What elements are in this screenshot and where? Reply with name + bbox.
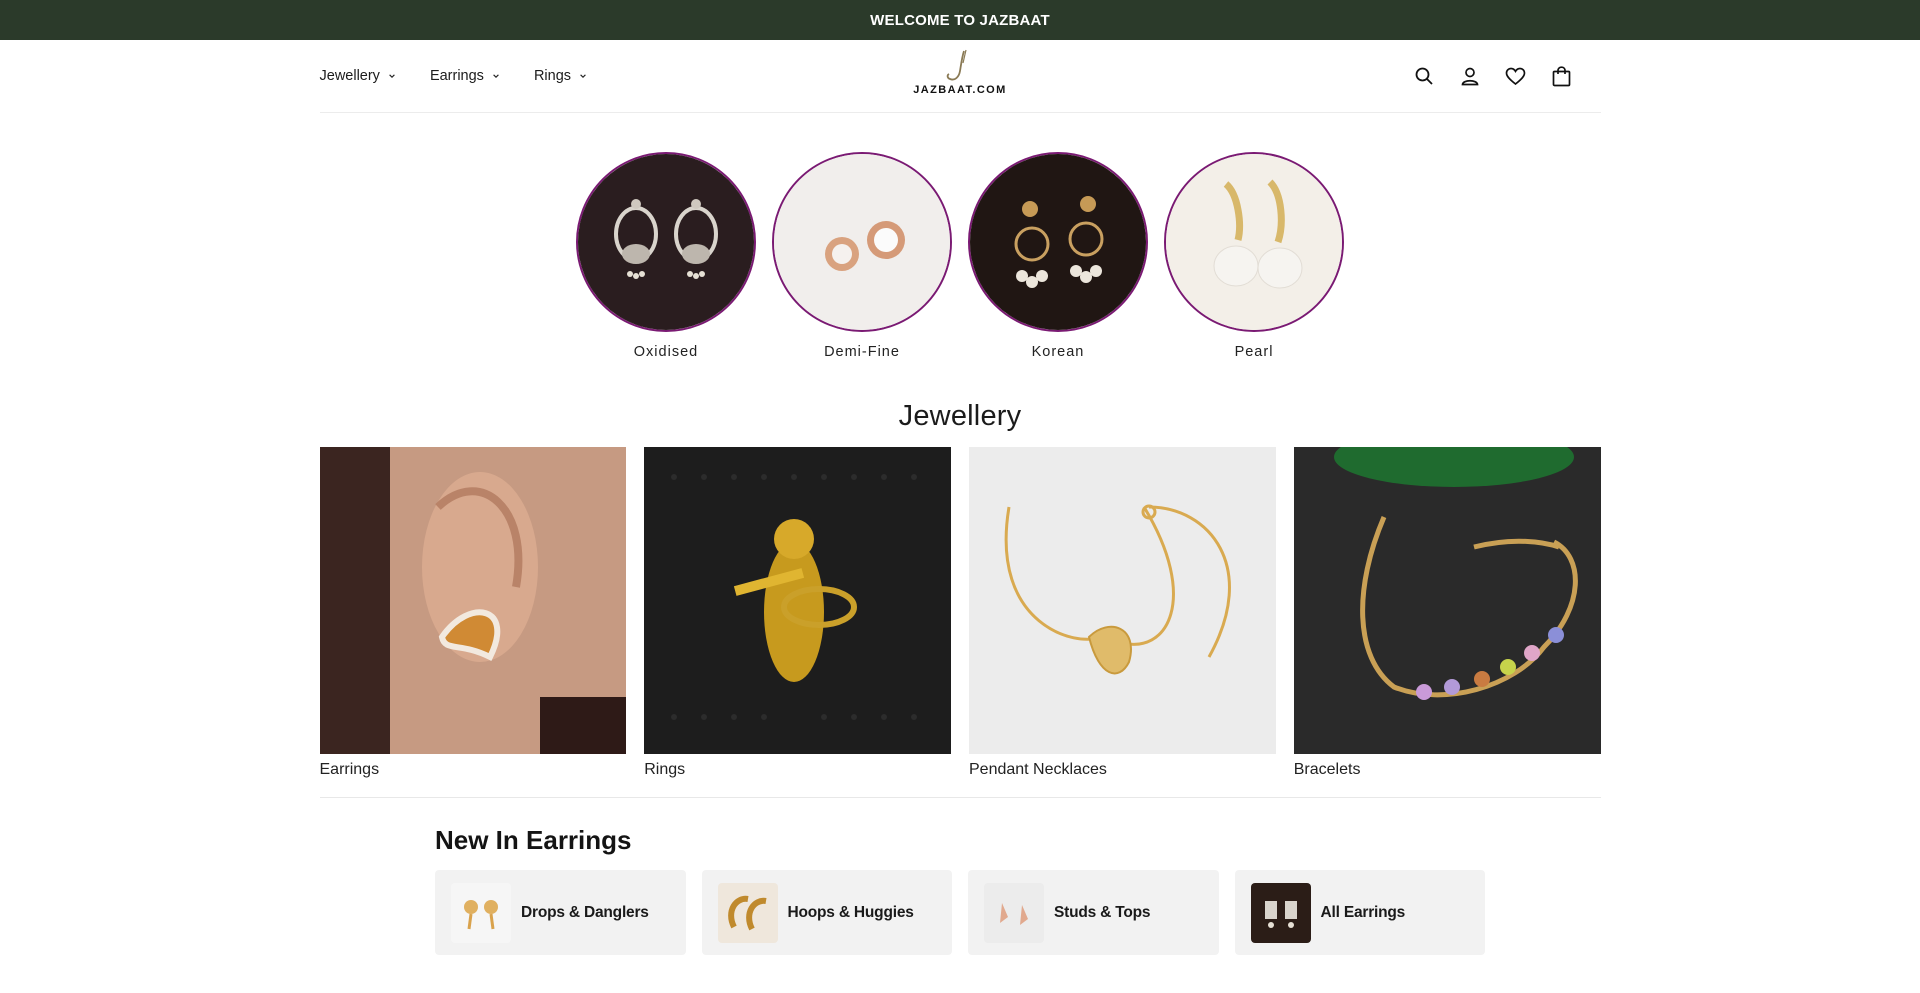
pill-thumbnail — [1250, 882, 1311, 943]
circle-category-pearl[interactable]: Pearl — [1164, 152, 1344, 360]
category-image — [1164, 152, 1344, 332]
search-icon[interactable] — [1413, 65, 1435, 87]
category-image — [576, 152, 756, 332]
card-image — [1293, 447, 1601, 754]
pill-studs-tops[interactable]: Studs & Tops — [968, 870, 1219, 955]
chevron-down-icon — [580, 74, 586, 78]
main-nav: Jewellery Earrings Rings — [320, 40, 588, 112]
nav-item-label: Rings — [533, 68, 572, 84]
pill-all-earrings[interactable]: All Earrings — [1234, 870, 1485, 955]
site-header: Jewellery Earrings Rings JAZBAAT.COM — [319, 40, 1601, 113]
pill-thumbnail — [717, 882, 778, 943]
circle-label: Korean — [1031, 344, 1085, 360]
circle-category-korean[interactable]: Korean — [968, 152, 1148, 360]
announcement-text: WELCOME TO JAZBAAT — [870, 11, 1050, 29]
nav-item-jewellery[interactable]: Jewellery — [320, 68, 396, 84]
nav-item-label: Jewellery — [319, 68, 380, 84]
card-label: Pendant Necklaces — [969, 761, 1107, 778]
pill-drops-danglers[interactable]: Drops & Danglers — [435, 870, 686, 955]
pill-label: Hoops & Huggies — [787, 903, 914, 921]
card-label: Rings — [644, 761, 686, 778]
account-icon[interactable] — [1459, 65, 1481, 87]
nav-item-earrings[interactable]: Earrings — [430, 68, 500, 84]
card-image — [319, 447, 627, 754]
new-in-earrings-title: New In Earrings — [435, 825, 632, 855]
circle-label: Pearl — [1234, 344, 1274, 360]
jewellery-card-earrings[interactable]: Earrings — [319, 447, 627, 779]
site-logo[interactable]: JAZBAAT.COM — [904, 49, 1016, 101]
jewellery-card-rings[interactable]: Rings — [644, 447, 951, 779]
circle-label: Demi-Fine — [824, 344, 900, 360]
cart-icon[interactable] — [1551, 65, 1573, 87]
pill-thumbnail — [451, 882, 511, 943]
header-icons — [1413, 40, 1573, 112]
nav-item-rings[interactable]: Rings — [534, 68, 587, 84]
jewellery-card-bracelets[interactable]: Bracelets — [1293, 447, 1601, 779]
pill-hoops-huggies[interactable]: Hoops & Huggies — [701, 870, 952, 955]
jewellery-card-pendant-necklaces[interactable]: Pendant Necklaces — [969, 447, 1276, 779]
new-in-earrings-list: Drops & Danglers Hoops & Huggies Studs &… — [435, 870, 1485, 955]
card-image — [644, 447, 951, 754]
logo-mark-icon — [946, 49, 967, 81]
pill-label: All Earrings — [1320, 903, 1406, 921]
wishlist-icon[interactable] — [1505, 65, 1527, 87]
circle-category-oxidised[interactable]: Oxidised — [576, 152, 756, 360]
circle-label: Oxidised — [633, 344, 699, 360]
category-image — [772, 152, 952, 332]
category-image — [968, 152, 1148, 332]
pill-label: Studs & Tops — [1054, 903, 1151, 921]
jewellery-section-title: Jewellery — [898, 400, 1022, 432]
logo-text: JAZBAAT.COM — [913, 84, 1007, 96]
chevron-down-icon — [389, 74, 395, 78]
pill-label: Drops & Danglers — [521, 903, 649, 921]
card-label: Bracelets — [1293, 761, 1361, 778]
pill-thumbnail — [984, 882, 1044, 943]
category-circles: Oxidised Demi-Fine Korean Pearl — [0, 152, 1920, 360]
circle-category-demi-fine[interactable]: Demi-Fine — [772, 152, 952, 360]
jewellery-grid: Earrings Rings Pendant Necklaces Bracele… — [319, 447, 1601, 779]
announcement-bar: WELCOME TO JAZBAAT — [0, 0, 1920, 40]
nav-item-label: Earrings — [429, 68, 484, 84]
section-divider — [319, 797, 1601, 798]
card-label: Earrings — [319, 761, 380, 778]
chevron-down-icon — [493, 74, 499, 78]
card-image — [969, 447, 1276, 754]
